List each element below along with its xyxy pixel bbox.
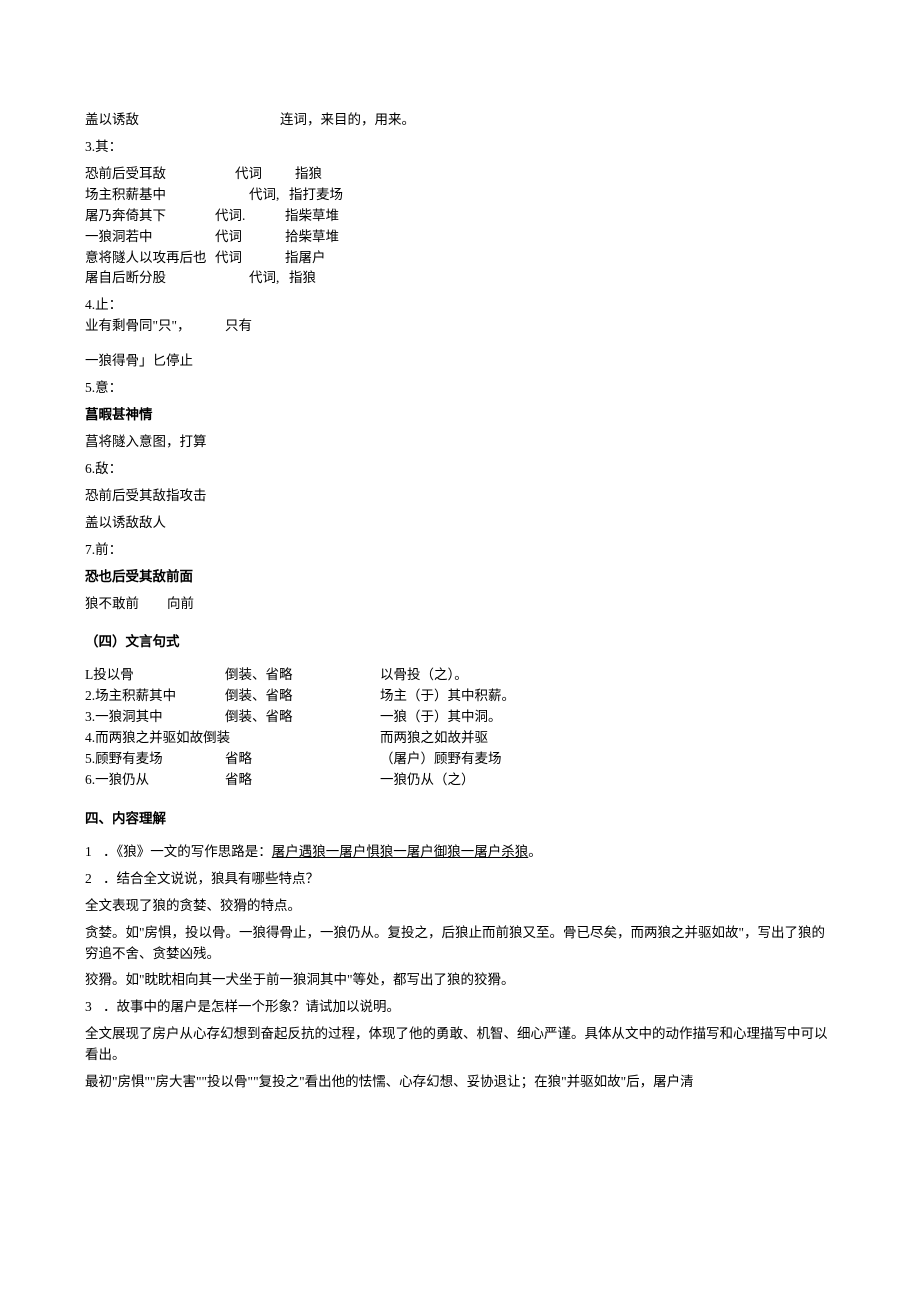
table-row: 4.而两狼之并驱如故倒装 而两狼之如故并驱 (85, 728, 835, 749)
pos: 代词 (215, 227, 255, 248)
term: 盖以诱敌 (85, 110, 225, 131)
heading-6-di: 6.敌： (85, 459, 835, 480)
di-line2: 盖以诱敌敌人 (85, 513, 835, 534)
meaning: 指屠户 (285, 248, 326, 269)
heading-5-yi: 5.意： (85, 378, 835, 399)
meaning: 指狼 (295, 164, 322, 185)
term: 屠自后断分股 (85, 268, 215, 289)
q3: 3 ．故事中的屠户是怎样一个形象？请试加以说明。 (85, 997, 835, 1018)
pos: 代词, (249, 268, 289, 289)
definition: 连词，来目的，用来。 (280, 110, 835, 131)
a2-line: 狡猾。如"眈眈相向其一犬坐于前一狼洞其中"等处，都写出了狼的狡猾。 (85, 970, 835, 991)
meaning: 指柴草堆 (285, 206, 339, 227)
heading-7-qian: 7.前： (85, 540, 835, 561)
meaning: 指打麦场 (289, 185, 343, 206)
term: 一狼洞若中 (85, 227, 215, 248)
pos: 代词 (215, 248, 255, 269)
line-gai-yi-you-di: 盖以诱敌 连词，来目的，用来。 (85, 110, 835, 131)
qi-row: 屠乃奔倚其下 代词. 指柴草堆 (85, 206, 835, 227)
heading-4-zhi: 4.止： (85, 295, 835, 316)
table-row: L投以骨 倒装、省略 以骨投（之）。 (85, 665, 835, 686)
heading-3-qi: 3.其： (85, 137, 835, 158)
q2: 2 ．结合全文说说，狼具有哪些特点？ (85, 869, 835, 890)
term: 业有剩骨同"只"， (85, 316, 225, 337)
pos: 代词 (235, 164, 295, 185)
a3-line: 全文展现了房户从心存幻想到奋起反抗的过程，体现了他的勇敢、机智、细心严谨。具体从… (85, 1024, 835, 1066)
a2-line: 贪婪。如"房惧，投以骨。一狼得骨止，一狼仍从。复投之，后狼止而前狼又至。骨已尽矣… (85, 923, 835, 965)
term: 场主积薪基中 (85, 185, 215, 206)
yi-line1: 菖暇甚神情 (85, 405, 835, 426)
qi-row: 恐前后受耳敌 代词 指狼 (85, 164, 835, 185)
qi-row: 一狼洞若中 代词 拾柴草堆 (85, 227, 835, 248)
table-row: 2.场主积薪其中 倒装、省略 场主（于）其中积薪。 (85, 686, 835, 707)
qi-row: 场主积薪基中 代词, 指打麦场 (85, 185, 835, 206)
meaning: 指狼 (289, 268, 316, 289)
section-4-heading: （四）文言句式 (85, 632, 835, 653)
table-row: 3.一狼洞其中 倒装、省略 一狼（于）其中洞。 (85, 707, 835, 728)
term: 恐前后受耳敌 (85, 164, 215, 185)
yi-line2: 菖将隧入意图，打算 (85, 432, 835, 453)
zhi-line2: 一狼得骨」匕停止 (85, 351, 835, 372)
term: 屠乃奔倚其下 (85, 206, 215, 227)
sentence-pattern-table: L投以骨 倒装、省略 以骨投（之）。 2.场主积薪其中 倒装、省略 场主（于）其… (85, 665, 835, 791)
qian-line1: 恐也后受其敌前面 (85, 567, 835, 588)
qi-row: 意将隧人以攻再后也 代词 指屠户 (85, 248, 835, 269)
section-content-heading: 四、内容理解 (85, 809, 835, 830)
qian-line2: 狼不敢前向前 (85, 594, 835, 615)
q1: 1 ．《狼》一文的写作思路是：屠户遇狼一屠户惧狼一屠户御狼一屠户杀狼。 (85, 842, 835, 863)
q1-underline: 屠户遇狼一屠户惧狼一屠户御狼一屠户杀狼 (272, 844, 529, 859)
qi-row: 屠自后断分股 代词, 指狼 (85, 268, 835, 289)
pos: 代词, (249, 185, 289, 206)
meaning: 只有 (225, 316, 252, 337)
term: 意将隧人以攻再后也 (85, 248, 215, 269)
pos: 代词. (215, 206, 255, 227)
table-row: 6.一狼仍从 省略 一狼仍从（之） (85, 770, 835, 791)
zhi-row: 业有剩骨同"只"， 只有 (85, 316, 835, 337)
meaning: 拾柴草堆 (285, 227, 339, 248)
di-line1: 恐前后受其敌指攻击 (85, 486, 835, 507)
a2-line: 全文表现了狼的贪婪、狡猾的特点。 (85, 896, 835, 917)
table-row: 5.顾野有麦场 省略 （屠户）顾野有麦场 (85, 749, 835, 770)
a3-line: 最初"房惧""房大害""投以骨""复投之"看出他的怯懦、心存幻想、妥协退让；在狼… (85, 1072, 835, 1093)
